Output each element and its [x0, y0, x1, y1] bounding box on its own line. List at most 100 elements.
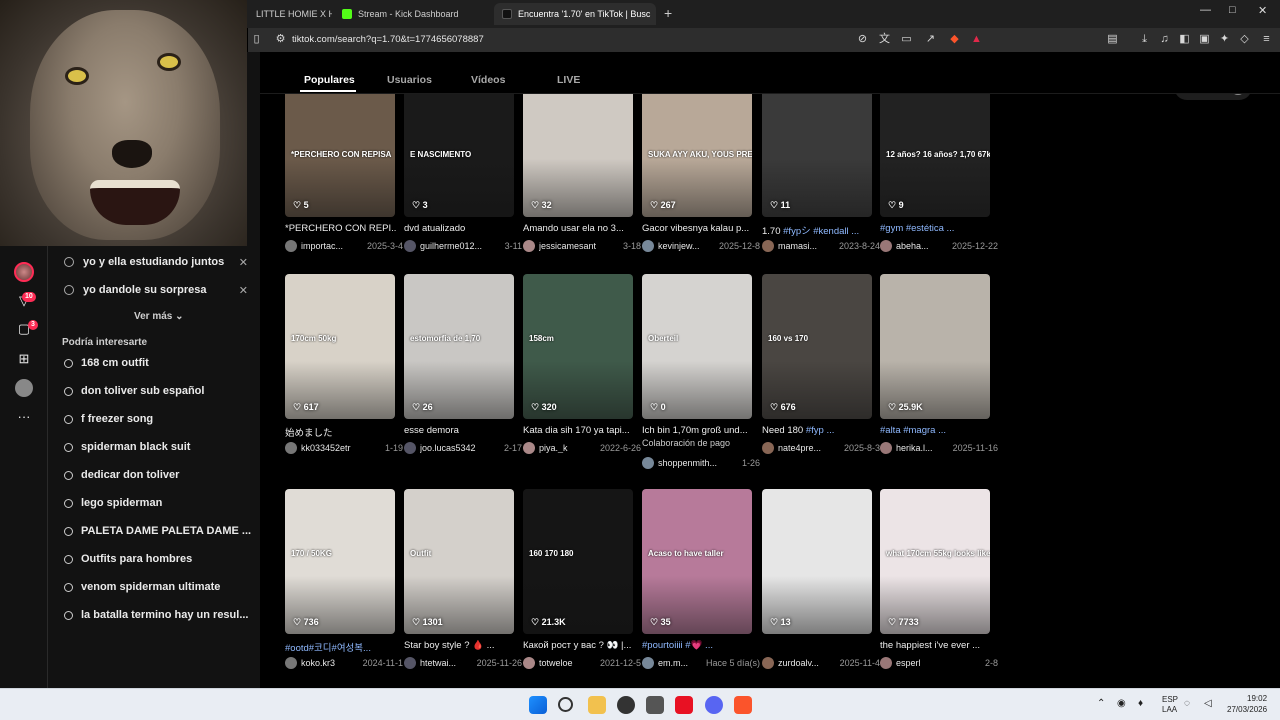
video-thumbnail[interactable]: 170cm 50kg ♡ 617 [285, 274, 395, 419]
author-username[interactable]: shoppenmith... [658, 458, 717, 468]
language-indicator[interactable]: ESP [1162, 695, 1178, 704]
caption-hashtags[interactable]: #fypシ #kendall ... [783, 226, 859, 237]
translate-icon[interactable]: 文 [878, 33, 891, 46]
wallet-icon[interactable]: ▣ [1198, 33, 1211, 46]
video-caption[interactable]: #ootd#코디#여성복... [285, 640, 397, 654]
video-author-row[interactable]: piya._k 2022-6-26 [523, 441, 641, 455]
volume-icon[interactable]: ◁ [1204, 698, 1212, 709]
avatar[interactable] [285, 240, 297, 252]
video-caption[interactable]: Kata dia sih 170 ya tapi... [523, 425, 635, 436]
video-thumbnail[interactable]: what 170cm 55kg looks like ♡ 7733 [880, 489, 990, 634]
suggestion-item[interactable]: f freezer song [64, 413, 254, 425]
avatar[interactable] [762, 240, 774, 252]
video-thumbnail[interactable]: Acaso to have taller ♡ 35 [642, 489, 752, 634]
video-caption[interactable]: Ich bin 1,70m groß und... [642, 425, 754, 436]
suggestion-item[interactable]: lego spiderman [64, 497, 254, 509]
brave-rewards-icon[interactable]: ▲ [970, 33, 983, 46]
video-author-row[interactable]: guilherme012... 3-11 [404, 239, 522, 253]
tab-videos[interactable]: Vídeos [471, 74, 505, 86]
author-username[interactable]: kevinjew... [658, 241, 700, 251]
windows-start-icon[interactable] [529, 696, 547, 714]
video-author-row[interactable]: herika.l... 2025-11-16 [880, 441, 998, 455]
video-caption[interactable]: the happiest i've ever ... [880, 640, 992, 651]
translate-off-icon[interactable]: ⊘ [856, 33, 869, 46]
video-author-row[interactable]: importac... 2025-3-4 [285, 239, 403, 253]
download-icon[interactable]: ⤓ [1138, 33, 1151, 46]
tab-usuarios[interactable]: Usuarios [387, 74, 432, 86]
vpn-icon[interactable]: ◇ [1238, 33, 1251, 46]
history-item[interactable]: yo dandole su sorpresa ✕ [64, 281, 254, 299]
avatar[interactable] [404, 657, 416, 669]
video-thumbnail[interactable]: ♡ 25.9K [880, 274, 990, 419]
video-caption[interactable]: 1.70 #fypシ #kendall ... [762, 223, 874, 237]
more-icon[interactable]: ··· [15, 408, 33, 426]
video-thumbnail[interactable]: estomorfia de 1,70 ♡ 26 [404, 274, 514, 419]
avatar[interactable] [404, 442, 416, 454]
browser-tab-2[interactable]: Stream - Kick Dashboard [334, 3, 492, 25]
author-username[interactable]: herika.l... [896, 443, 933, 453]
avatar[interactable] [523, 240, 535, 252]
leo-icon[interactable]: ✦ [1218, 33, 1231, 46]
avatar[interactable] [880, 442, 892, 454]
history-item[interactable]: yo y ella estudiando juntos ✕ [64, 253, 254, 271]
video-caption[interactable]: Gacor vibesnya kalau p... [642, 223, 754, 234]
video-author-row[interactable]: htetwai... 2025-11-26 [404, 656, 522, 670]
tray-app-icon[interactable]: ◉ [1117, 698, 1126, 709]
url-field[interactable]: tiktok.com/search?q=1.70&t=1774656078887 [292, 34, 484, 45]
video-thumbnail[interactable]: Oberteil ♡ 0 [642, 274, 752, 419]
video-caption[interactable]: #gym #estética ... [880, 223, 992, 234]
avatar[interactable] [523, 442, 535, 454]
video-caption[interactable]: Need 180 #fyp ... [762, 425, 874, 436]
search-icon[interactable] [558, 697, 573, 712]
author-username[interactable]: totweloe [539, 658, 573, 668]
author-username[interactable]: esperl [896, 658, 921, 668]
caption-hashtags[interactable]: #pourtoiiii #💗 ... [642, 640, 713, 651]
avatar[interactable] [880, 240, 892, 252]
video-thumbnail[interactable]: Outfit ♡ 1301 [404, 489, 514, 634]
avatar[interactable] [762, 657, 774, 669]
upload-icon[interactable]: ⊞ [15, 350, 33, 368]
video-caption[interactable]: *PERCHERO CON REPI... [285, 223, 397, 234]
author-username[interactable]: guilherme012... [420, 241, 482, 251]
network-icon[interactable]: ◌ [1184, 698, 1190, 709]
author-username[interactable]: kk033452etr [301, 443, 351, 453]
caption-hashtags[interactable]: #ootd#코디#여성복... [285, 643, 371, 654]
author-username[interactable]: piya._k [539, 443, 568, 453]
sidebar-toggle-icon[interactable]: ▤ [1106, 33, 1119, 46]
suggestion-item[interactable]: spiderman black suit [64, 441, 254, 453]
avatar[interactable] [880, 657, 892, 669]
panel-icon[interactable]: ◧ [1178, 33, 1191, 46]
avatar[interactable] [523, 657, 535, 669]
obs-icon[interactable] [617, 696, 635, 714]
brave-icon[interactable] [734, 696, 752, 714]
video-author-row[interactable]: totweloe 2021-12-5 [523, 656, 641, 670]
maximize-button[interactable]: □ [1229, 4, 1236, 16]
video-author-row[interactable]: kk033452etr 1-19 [285, 441, 403, 455]
video-author-row[interactable]: joo.lucas5342 2-17 [404, 441, 522, 455]
new-tab-button[interactable]: + [664, 5, 672, 21]
bookmark-icon[interactable]: ▯ [250, 33, 263, 46]
avatar[interactable] [285, 442, 297, 454]
video-author-row[interactable]: zurdoalv... 2025-11-4 [762, 656, 880, 670]
app-icon[interactable] [646, 696, 664, 714]
video-caption[interactable]: 始めました [285, 425, 397, 439]
author-username[interactable]: zurdoalv... [778, 658, 819, 668]
avatar[interactable] [404, 240, 416, 252]
screen-icon[interactable]: ▭ [900, 33, 913, 46]
video-author-row[interactable]: esperl 2-8 [880, 656, 998, 670]
video-caption[interactable]: Amando usar ela no 3... [523, 223, 635, 234]
video-thumbnail[interactable]: 158cm ♡ 320 [523, 274, 633, 419]
video-author-row[interactable]: shoppenmith... 1-26 [642, 456, 760, 470]
video-author-row[interactable]: em.m... Hace 5 día(s) [642, 656, 760, 670]
video-caption[interactable]: Star boy style ? 🩸 ... [404, 640, 516, 651]
ver-mas-button[interactable]: Ver más ⌄ [134, 311, 184, 322]
video-author-row[interactable]: kevinjew... 2025-12-8 [642, 239, 760, 253]
avatar[interactable] [642, 657, 654, 669]
remove-history-icon[interactable]: ✕ [239, 284, 248, 297]
author-username[interactable]: mamasi... [778, 241, 817, 251]
video-author-row[interactable]: koko.kr3 2024-11-1 [285, 656, 403, 670]
site-info-icon[interactable]: ⚙ [274, 33, 287, 46]
profile-avatar[interactable] [14, 262, 34, 282]
caption-hashtags[interactable]: #fyp ... [806, 425, 835, 436]
suggestion-item[interactable]: Outfits para hombres [64, 553, 254, 565]
